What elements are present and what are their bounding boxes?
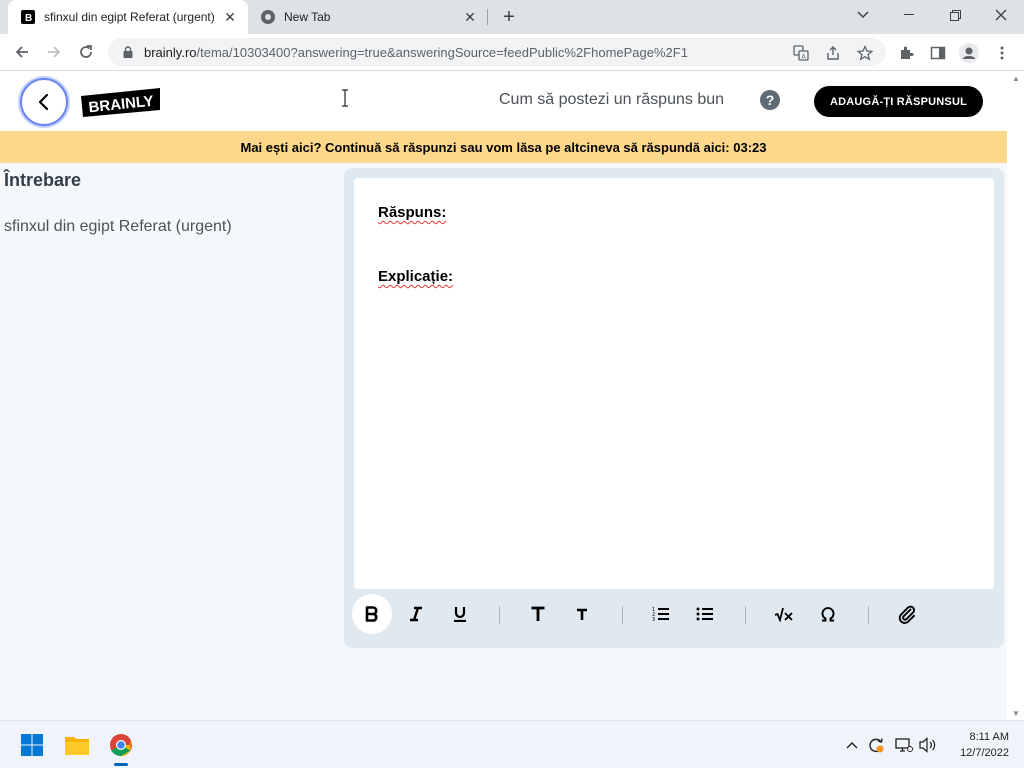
underline-icon [454, 607, 466, 622]
url-host: brainly.ro [144, 44, 197, 60]
url-text: brainly.ro/tema/10303400?answering=true&… [144, 45, 886, 60]
answer-editor[interactable]: Răspuns: Explicație: [354, 178, 994, 589]
heading-small-button[interactable] [562, 594, 602, 634]
show-hidden-icons-icon[interactable] [842, 735, 862, 755]
close-tab-icon[interactable]: ✕ [460, 7, 480, 27]
minimize-button[interactable] [886, 0, 932, 30]
howto-link[interactable]: Cum să postezi un răspuns bun [499, 91, 724, 109]
windows-start-icon[interactable] [16, 729, 48, 761]
bullet-list-icon [696, 607, 713, 621]
close-window-button[interactable] [978, 0, 1024, 30]
editor-line-answer[interactable]: Răspuns: [378, 204, 446, 221]
file-explorer-icon[interactable] [61, 729, 93, 761]
heading-small-icon [577, 608, 587, 620]
heading-large-button[interactable] [518, 594, 558, 634]
bookmark-star-icon[interactable] [854, 42, 876, 64]
tab-title: New Tab [284, 10, 331, 24]
tab-separator [487, 9, 488, 25]
editor-line-explanation[interactable]: Explicație: [378, 268, 453, 285]
scroll-down-icon[interactable]: ▼ [1012, 709, 1020, 718]
answer-label: Răspuns: [378, 204, 447, 221]
volume-icon[interactable] [918, 735, 938, 755]
lock-icon[interactable] [120, 46, 136, 58]
browser-toolbar: brainly.ro/tema/10303400?answering=true&… [0, 34, 1024, 71]
timeout-banner: Mai ești aici? Continuă să răspunzi sau … [0, 131, 1007, 163]
special-symbols-button[interactable] [808, 594, 848, 634]
scroll-up-icon[interactable]: ▲ [1012, 74, 1020, 83]
tab-new-tab[interactable]: New Tab ✕ [248, 0, 488, 34]
tab-active[interactable]: B sfinxul din egipt Referat (urgent) ✕ [8, 0, 248, 34]
translate-icon[interactable]: A [790, 42, 812, 64]
network-icon[interactable] [894, 735, 914, 755]
tab-search-icon[interactable] [840, 0, 886, 30]
side-panel-icon[interactable] [927, 42, 949, 64]
square-root-icon [774, 607, 793, 622]
equation-button[interactable] [764, 594, 804, 634]
answer-editor-panel: Răspuns: Explicație: 123 [344, 168, 1004, 648]
back-button[interactable] [20, 78, 68, 126]
text-cursor-icon [340, 89, 350, 107]
back-arrow-icon[interactable] [8, 38, 36, 66]
bold-button[interactable] [352, 594, 392, 634]
active-app-indicator [114, 763, 128, 766]
vertical-scrollbar[interactable]: ▲ ▼ [1007, 72, 1024, 720]
browser-tabstrip: B sfinxul din egipt Referat (urgent) ✕ N… [0, 0, 1024, 34]
omega-icon [821, 607, 835, 622]
question-heading: Întrebare [4, 170, 82, 190]
attach-file-button[interactable] [887, 594, 927, 634]
explanation-label: Explicație: [378, 268, 454, 285]
chevron-left-icon [38, 93, 49, 111]
brainly-logo[interactable]: BRAINLY [80, 86, 162, 118]
address-bar[interactable]: brainly.ro/tema/10303400?answering=true&… [108, 38, 886, 66]
svg-text:3: 3 [652, 617, 655, 622]
new-tab-button[interactable]: + [497, 5, 521, 29]
brainly-favicon-icon: B [20, 9, 36, 25]
toolbar-separator [622, 606, 623, 624]
url-path: /tema/10303400?answering=true&answeringS… [196, 44, 688, 60]
chrome-taskbar-icon[interactable] [105, 729, 137, 761]
underline-button[interactable] [440, 594, 480, 634]
profile-avatar-icon[interactable] [958, 42, 980, 64]
chrome-favicon-icon [260, 9, 276, 25]
numbered-list-button[interactable]: 123 [641, 594, 681, 634]
toolbar-separator [868, 606, 869, 624]
forward-arrow-icon[interactable] [40, 38, 68, 66]
svg-text:B: B [25, 13, 32, 24]
toolbar-separator [745, 606, 746, 624]
close-tab-icon[interactable]: ✕ [220, 7, 240, 27]
windows-taskbar: 8:11 AM 12/7/2022 [0, 720, 1024, 768]
bold-icon [365, 606, 378, 622]
bullet-list-button[interactable] [685, 594, 725, 634]
clock-time: 8:11 AM [969, 731, 1009, 743]
restore-button[interactable] [932, 0, 978, 30]
clock-date: 12/7/2022 [960, 747, 1009, 759]
share-icon[interactable] [822, 42, 844, 64]
add-answer-button[interactable]: ADAUGĂ-ȚI RĂSPUNSUL [814, 86, 983, 117]
site-header: BRAINLY Cum să postezi un răspuns bun ? … [0, 72, 1007, 131]
extensions-icon[interactable] [895, 42, 917, 64]
system-clock[interactable]: 8:11 AM 12/7/2022 [945, 729, 1009, 761]
italic-button[interactable] [396, 594, 436, 634]
question-text: sfinxul din egipt Referat (urgent) [4, 218, 232, 235]
toolbar-separator [499, 606, 500, 624]
numbered-list-icon: 123 [652, 607, 669, 622]
page-content: BRAINLY Cum să postezi un răspuns bun ? … [0, 72, 1007, 720]
paperclip-icon [898, 605, 915, 624]
tab-title: sfinxul din egipt Referat (urgent) [44, 10, 215, 24]
banner-text: Mai ești aici? Continuă să răspunzi sau … [240, 139, 767, 155]
reload-icon[interactable] [72, 38, 100, 66]
formatting-toolbar: 123 [350, 594, 1000, 638]
help-icon[interactable]: ? [760, 90, 780, 110]
chrome-menu-icon[interactable] [991, 42, 1013, 64]
heading-large-icon [531, 606, 545, 621]
italic-icon [410, 606, 422, 622]
sync-update-icon[interactable] [866, 735, 886, 755]
